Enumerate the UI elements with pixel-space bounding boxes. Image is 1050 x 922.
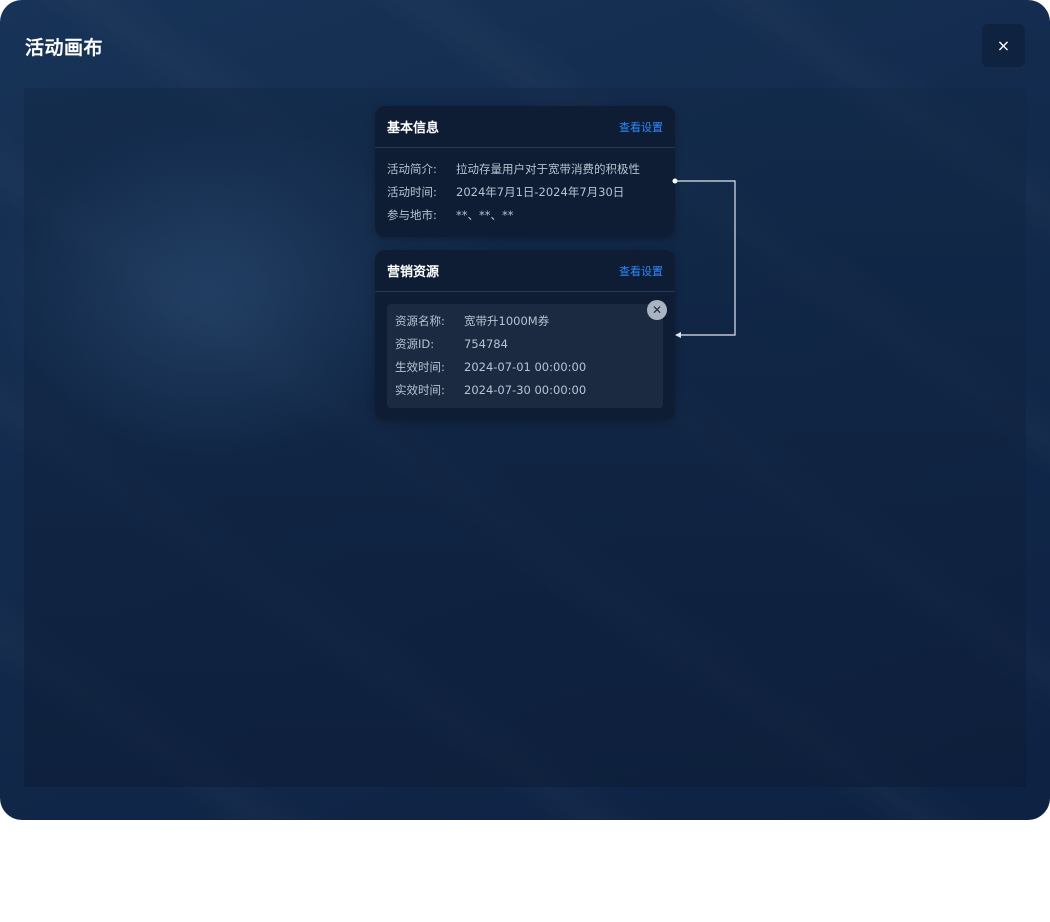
delete-resource-icon[interactable]: ✕ (647, 300, 667, 320)
basic-info-header: 基本信息 查看设置 (375, 106, 675, 148)
basic-info-card[interactable]: 基本信息 查看设置 活动简介: 拉动存量用户对于宽带消费的积极性 活动时间: 2… (375, 106, 675, 237)
basic-info-view-settings-link[interactable]: 查看设置 (619, 119, 663, 135)
marketing-resource-card[interactable]: 营销资源 查看设置 ✕ 资源名称: 宽带升1000M券 资源ID: 754784… (375, 250, 675, 420)
resource-value: 宽带升1000M券 (464, 314, 550, 328)
resource-item[interactable]: ✕ 资源名称: 宽带升1000M券 资源ID: 754784 生效时间: 202… (387, 300, 667, 408)
marketing-body: ✕ 资源名称: 宽带升1000M券 资源ID: 754784 生效时间: 202… (375, 292, 675, 416)
info-row-time: 活动时间: 2024年7月1日-2024年7月30日 (387, 181, 663, 204)
activity-canvas-modal: 活动画布 × 基本信息 查看设置 活动简介: 拉动存量用户对于宽带消费的积极性 … (0, 0, 1050, 820)
resource-value: 2024-07-01 00:00:00 (464, 360, 587, 374)
marketing-header: 营销资源 查看设置 (375, 250, 675, 292)
close-button[interactable]: × (982, 24, 1025, 67)
info-label: 参与地市: (387, 208, 437, 222)
resource-label: 生效时间: (395, 360, 445, 374)
resource-value: 2024-07-30 00:00:00 (464, 383, 587, 397)
resource-row-name: 资源名称: 宽带升1000M券 (395, 310, 655, 333)
resource-label: 资源名称: (395, 314, 445, 328)
close-icon: × (996, 36, 1011, 55)
info-value: 2024年7月1日-2024年7月30日 (456, 185, 625, 199)
basic-info-title: 基本信息 (387, 121, 440, 136)
modal-title: 活动画布 (25, 37, 104, 59)
info-value: 拉动存量用户对于宽带消费的积极性 (456, 162, 640, 176)
marketing-title: 营销资源 (387, 265, 440, 280)
marketing-view-settings-link[interactable]: 查看设置 (619, 263, 663, 279)
resource-label: 资源ID: (395, 337, 435, 351)
resource-value: 754784 (464, 337, 508, 351)
resource-row-id: 资源ID: 754784 (395, 333, 655, 356)
resource-row-end: 实效时间: 2024-07-30 00:00:00 (395, 379, 655, 402)
resource-row-start: 生效时间: 2024-07-01 00:00:00 (395, 356, 655, 379)
info-label: 活动时间: (387, 185, 437, 199)
basic-info-body: 活动简介: 拉动存量用户对于宽带消费的积极性 活动时间: 2024年7月1日-2… (375, 148, 675, 235)
resource-label: 实效时间: (395, 383, 445, 397)
info-row-intro: 活动简介: 拉动存量用户对于宽带消费的积极性 (387, 158, 663, 181)
info-row-cities: 参与地市: **、**、** (387, 204, 663, 227)
info-value: **、**、** (456, 208, 514, 222)
info-label: 活动简介: (387, 162, 437, 176)
